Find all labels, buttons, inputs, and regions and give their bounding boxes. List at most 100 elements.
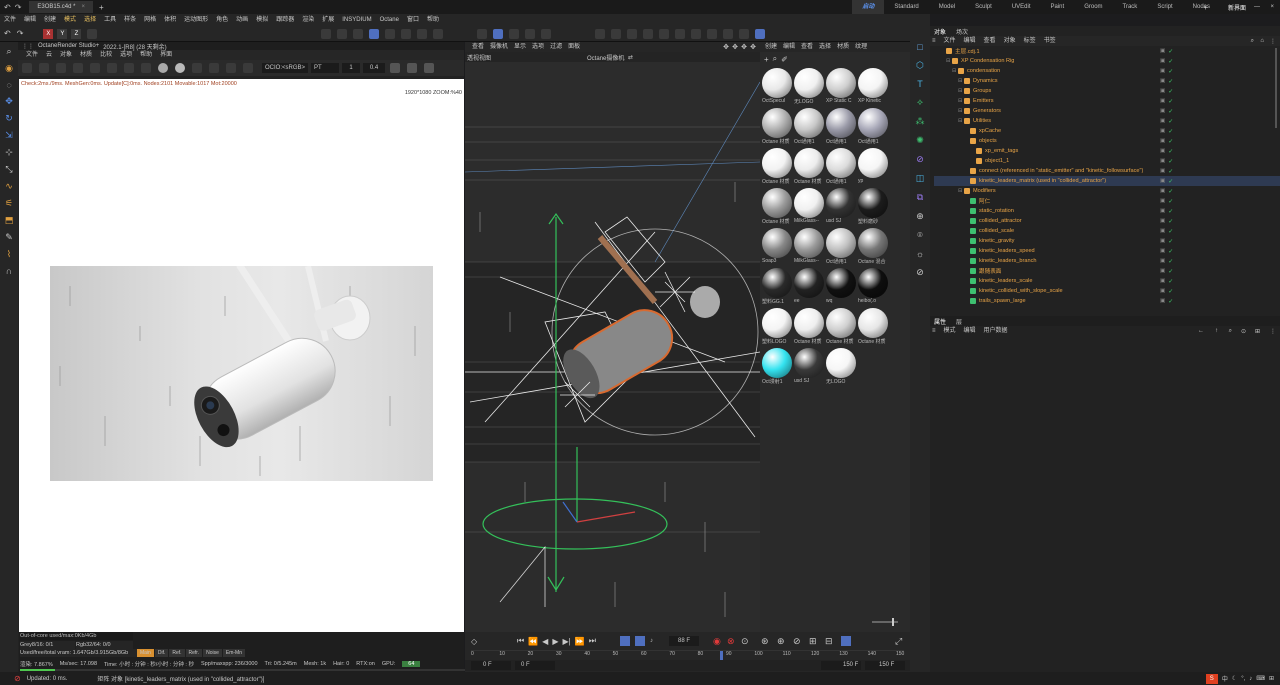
tag-object-icon[interactable]: ⊘ [916,267,924,278]
object-menu-item[interactable]: 文件 [940,36,960,46]
tab-objects[interactable]: 对象 [934,27,946,36]
light-object-icon[interactable]: ☼ [916,249,924,259]
menu-item[interactable]: 帮助 [423,14,443,26]
attributes-menu-item[interactable]: 用户数据 [980,326,1012,336]
material-swatch[interactable]: 塑料LOGO [762,308,794,348]
object-row[interactable]: object1_1 ▣ ✓ [934,156,1280,166]
enabled-check-icon[interactable]: ✓ [1168,298,1173,305]
octane-circle-icon[interactable] [175,63,185,73]
material-swatch[interactable]: Octane 材质 [826,308,858,348]
visibility-icon[interactable]: ▣ [1160,68,1165,75]
object-flags[interactable]: ▣ ✓ [1160,218,1173,225]
material-swatch[interactable]: Oct通用1 [794,108,826,148]
layout-tab[interactable]: Model [929,0,965,14]
cube-icon[interactable] [595,28,606,39]
menu-item[interactable]: 跟踪器 [272,14,298,26]
object-flags[interactable]: ▣ ✓ [1160,248,1173,255]
object-row[interactable]: trails_spawn_large ▣ ✓ [934,296,1280,306]
loop-icon[interactable] [620,636,630,646]
object-row[interactable]: kinetic_collided_with_slope_scale ▣ ✓ [934,286,1280,296]
octane-color-icon[interactable] [243,63,253,73]
enabled-check-icon[interactable]: ✓ [1168,168,1173,175]
object-menu-item[interactable]: 查看 [980,36,1000,46]
viewport-canvas[interactable]: 网格间距 : 100 cm [465,62,760,652]
visibility-icon[interactable]: ▣ [1160,128,1165,135]
object-search-icon[interactable]: ⌕ [1251,38,1254,45]
key-scale-icon[interactable]: ⊘ [793,636,801,647]
visibility-icon[interactable]: ▣ [1160,268,1165,275]
gamma-field[interactable]: 0.4 [363,63,386,73]
object-flags[interactable]: ▣ ✓ [1160,78,1173,85]
ime-mic-icon[interactable]: ♪ [1249,676,1252,682]
material-swatch[interactable]: usd SJ [826,188,858,228]
menu-item[interactable]: 角色 [212,14,232,26]
attributes-menu-item[interactable]: 编辑 [960,326,980,336]
layout-tab[interactable]: Sculpt [965,0,1002,14]
material-swatch[interactable]: Octane 材质 [794,148,826,188]
pass-tab[interactable]: Noise [203,649,222,657]
object-flags[interactable]: ▣ ✓ [1160,108,1173,115]
scene-object-icon[interactable]: ◫ [916,173,925,184]
range-start-right[interactable]: 0 F [515,661,555,670]
sound-icon[interactable]: ♪ [650,638,653,644]
attributes-more-icon[interactable]: ⋮ [1270,328,1276,335]
prev-key-icon[interactable]: ⏪ [528,637,538,646]
keyframe-icon[interactable]: ◇ [471,637,477,646]
viewport-menu-item[interactable]: 查看 [469,42,487,52]
add-tab-icon[interactable]: + [99,3,104,12]
new-layout-button[interactable]: 新界面 [1228,3,1246,12]
search-material-icon[interactable]: ⌕ [773,54,777,64]
next-key-icon[interactable]: ⏩ [575,637,585,646]
camera-object-icon[interactable]: ⌾ [917,230,922,241]
record-icon[interactable]: ◉ [713,636,721,647]
redo-tool-icon[interactable]: ↷ [17,29,24,38]
menu-item[interactable]: 样条 [120,14,140,26]
menu-item[interactable]: 工具 [100,14,120,26]
menu-item[interactable]: 选择 [80,14,100,26]
material-menu-item[interactable]: 查看 [798,42,816,52]
extrude-icon[interactable]: ⬒ [5,215,14,226]
object-flags[interactable]: ▣ ✓ [1160,278,1173,285]
enabled-check-icon[interactable]: ✓ [1168,128,1173,135]
enabled-check-icon[interactable]: ✓ [1168,228,1173,235]
material-swatch[interactable]: 塑料磨砂 [858,188,890,228]
enabled-check-icon[interactable]: ✓ [1168,108,1173,115]
material-swatch[interactable]: XP Kinetic [858,68,890,108]
material-menu-item[interactable]: 选择 [816,42,834,52]
enabled-check-icon[interactable]: ✓ [1168,98,1173,105]
octane-extra-icon-2[interactable] [407,63,418,73]
viewport-menu-item[interactable]: 过滤 [547,42,565,52]
paint-icon[interactable]: ⌇ [7,249,11,260]
attributes-back-icon[interactable]: ← [1198,328,1204,334]
object-row[interactable]: objects ▣ ✓ [934,136,1280,146]
viewport-menu-item[interactable]: 面板 [565,42,583,52]
key-param-icon[interactable]: ⊞ [809,636,817,647]
enabled-check-icon[interactable]: ✓ [1168,118,1173,125]
file-tab[interactable]: E3OB15.c4d * × [29,1,93,13]
object-flags[interactable]: ▣ ✓ [1160,168,1173,175]
camera-link-icon[interactable]: ⇄ [628,54,633,61]
layout-tab[interactable]: Track [1113,0,1148,14]
attributes-menu-item[interactable]: 模式 [940,326,960,336]
viewport-layout-icon[interactable]: ✥ [723,43,729,51]
material-swatch[interactable]: Octane 材质 [762,148,794,188]
visibility-icon[interactable]: ▣ [1160,218,1165,225]
enabled-check-icon[interactable]: ✓ [1168,88,1173,95]
render-view[interactable]: Check:2ms./9ms. MeshGen:0ms. Update[C]:0… [19,79,464,632]
panel-grid-icon[interactable]: ⋮⋮ [22,43,34,50]
material-swatch[interactable]: MilkGlass-- [794,228,826,268]
enabled-check-icon[interactable]: ✓ [1168,268,1173,275]
menu-item[interactable]: 网格 [140,14,160,26]
material-swatch[interactable]: 无LOGO [794,68,826,108]
octane-region-icon[interactable] [90,63,100,73]
cloner-icon[interactable] [643,28,654,39]
material-swatch[interactable]: 塑料GG.1 [762,268,794,308]
material-swatch[interactable]: Soap3 [762,228,794,268]
visibility-icon[interactable]: ▣ [1160,178,1165,185]
octane-extra-icon-3[interactable] [424,63,435,73]
key-pla-icon[interactable]: ⊟ [825,636,833,647]
octane-lock-icon[interactable] [141,63,151,73]
octane-menu-item[interactable]: 材质 [76,50,96,60]
material-swatch[interactable]: Octane 材质 [858,308,890,348]
window-close-icon[interactable]: × [1270,4,1274,10]
